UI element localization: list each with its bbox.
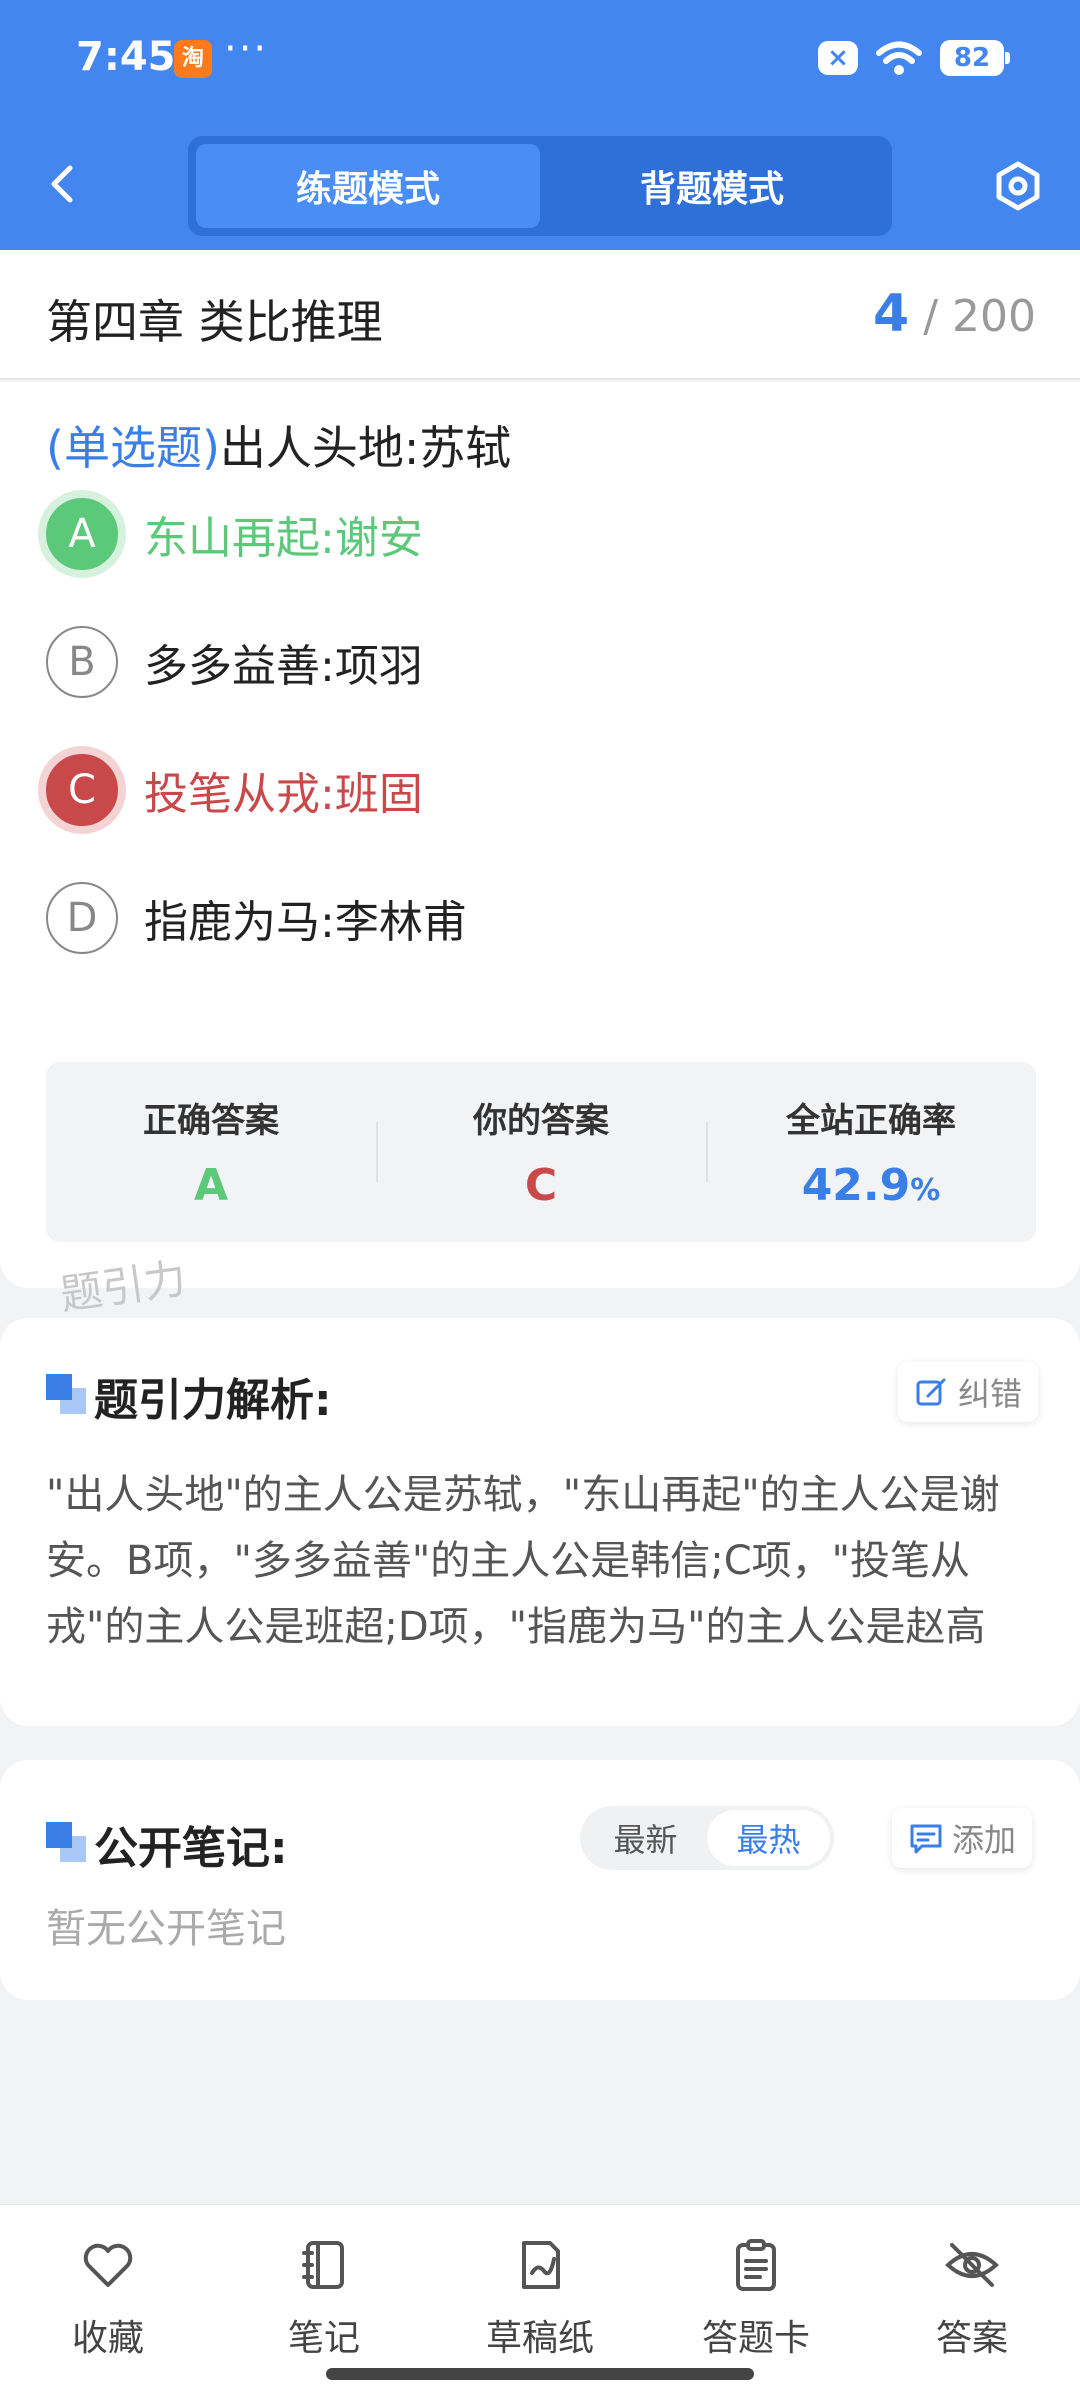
question-stem: (单选题)出人头地:苏轼 — [46, 412, 511, 478]
question-text: 出人头地:苏轼 — [219, 421, 512, 475]
back-chevron-icon[interactable] — [40, 160, 88, 208]
tab-recite-mode[interactable]: 背题模式 — [540, 144, 884, 228]
accuracy-block: 全站正确率 42.9% — [706, 1062, 1036, 1242]
answer-summary: 正确答案 A 你的答案 C 全站正确率 42.9% — [46, 1062, 1036, 1242]
clipboard-icon — [736, 2239, 776, 2291]
accuracy-value: 42.9% — [802, 1160, 941, 1211]
your-answer-block: 你的答案 C — [376, 1062, 706, 1242]
analysis-title: 题引力解析: — [94, 1375, 332, 1426]
analysis-card: 题引力解析: 纠错 "出人头地"的主人公是苏轼，"东山再起"的主人公是谢安。B项… — [0, 1318, 1080, 1726]
option-letter: B — [46, 626, 118, 698]
report-error-label: 纠错 — [958, 1375, 1023, 1413]
accuracy-unit: % — [910, 1173, 941, 1208]
empty-notes-text: 暂无公开笔记 — [46, 1906, 286, 1952]
nav-answer-label: 答案 — [935, 2318, 1008, 2359]
add-note-label: 添加 — [952, 1821, 1017, 1859]
analysis-text: "出人头地"的主人公是苏轼，"东山再起"的主人公是谢安。B项，"多多益善"的主人… — [46, 1472, 1000, 1650]
option-text: 投笔从戎:班固 — [144, 769, 423, 820]
public-notes-card: 公开笔记: 最新 最热 添加 暂无公开笔记 — [0, 1760, 1080, 2000]
question-progress: 4 / 200 — [873, 284, 1036, 344]
add-note-button[interactable]: 添加 — [892, 1808, 1033, 1868]
sort-newest[interactable]: 最新 — [584, 1810, 707, 1866]
report-error-button[interactable]: 纠错 — [898, 1362, 1039, 1422]
correct-answer-value: A — [193, 1160, 229, 1211]
notes-sort-toggle: 最新 最热 — [580, 1806, 834, 1870]
comment-icon — [910, 1824, 942, 1854]
no-sim-icon: × — [818, 41, 858, 75]
option-c[interactable]: C 投笔从戎:班固 — [46, 750, 1026, 830]
app-header: 7:45 淘 ··· × 82 练题模式 背题模式 — [0, 0, 1080, 250]
correct-answer-label: 正确答案 — [143, 1101, 279, 1141]
accuracy-label: 全站正确率 — [786, 1101, 956, 1141]
heart-icon — [83, 2243, 133, 2287]
option-d[interactable]: D 指鹿为马:李林甫 — [46, 878, 1026, 958]
battery-indicator: 82 — [940, 40, 1010, 76]
option-letter: A — [46, 498, 118, 570]
option-letter: D — [46, 882, 118, 954]
status-time: 7:45 — [76, 34, 176, 80]
chapter-bar: 第四章 类比推理 4 / 200 — [0, 250, 1080, 380]
question-card: (单选题)出人头地:苏轼 A 东山再起:谢安 B 多多益善:项羽 C 投笔从戎:… — [0, 382, 1080, 1288]
more-notifications-icon: ··· — [224, 26, 269, 72]
mode-toggle: 练题模式 背题模式 — [188, 136, 892, 236]
section-squares-icon — [46, 1374, 86, 1414]
option-letter: C — [46, 754, 118, 826]
option-text: 多多益善:项羽 — [144, 641, 423, 692]
nav-draft-label: 草稿纸 — [485, 2318, 594, 2359]
option-text: 东山再起:谢安 — [144, 513, 423, 564]
notes-title: 公开笔记: — [94, 1823, 288, 1874]
option-b[interactable]: B 多多益善:项羽 — [46, 622, 1026, 702]
nav-answer[interactable]: 答案 — [864, 2205, 1080, 2400]
nav-favorite-label: 收藏 — [71, 2318, 144, 2359]
edit-icon — [916, 1378, 946, 1406]
wifi-icon — [876, 41, 922, 75]
question-type: (单选题) — [46, 421, 220, 475]
accuracy-number: 42.9 — [801, 1160, 911, 1211]
nav-favorite[interactable]: 收藏 — [0, 2205, 216, 2400]
option-a[interactable]: A 东山再起:谢安 — [46, 494, 1026, 574]
your-answer-value: C — [524, 1160, 558, 1211]
notebook-icon — [302, 2241, 344, 2289]
nav-notes-label: 笔记 — [287, 2318, 360, 2359]
home-indicator[interactable] — [326, 2368, 754, 2380]
section-squares-icon — [46, 1822, 86, 1862]
draft-pen-icon — [522, 2241, 560, 2289]
option-text: 指鹿为马:李林甫 — [144, 897, 467, 948]
status-right-group: × 82 — [818, 38, 1010, 78]
total-questions: / 200 — [923, 291, 1036, 342]
settings-icon[interactable] — [990, 158, 1046, 214]
current-question-number: 4 — [873, 284, 910, 344]
tab-practice-mode[interactable]: 练题模式 — [196, 144, 540, 228]
correct-answer-block: 正确答案 A — [46, 1062, 376, 1242]
your-answer-label: 你的答案 — [473, 1101, 609, 1141]
sort-hottest[interactable]: 最热 — [707, 1810, 830, 1866]
nav-answer-sheet-label: 答题卡 — [701, 2318, 810, 2359]
taobao-app-icon: 淘 — [174, 40, 212, 78]
eye-off-icon — [945, 2243, 999, 2287]
chapter-title: 第四章 类比推理 — [46, 295, 383, 349]
